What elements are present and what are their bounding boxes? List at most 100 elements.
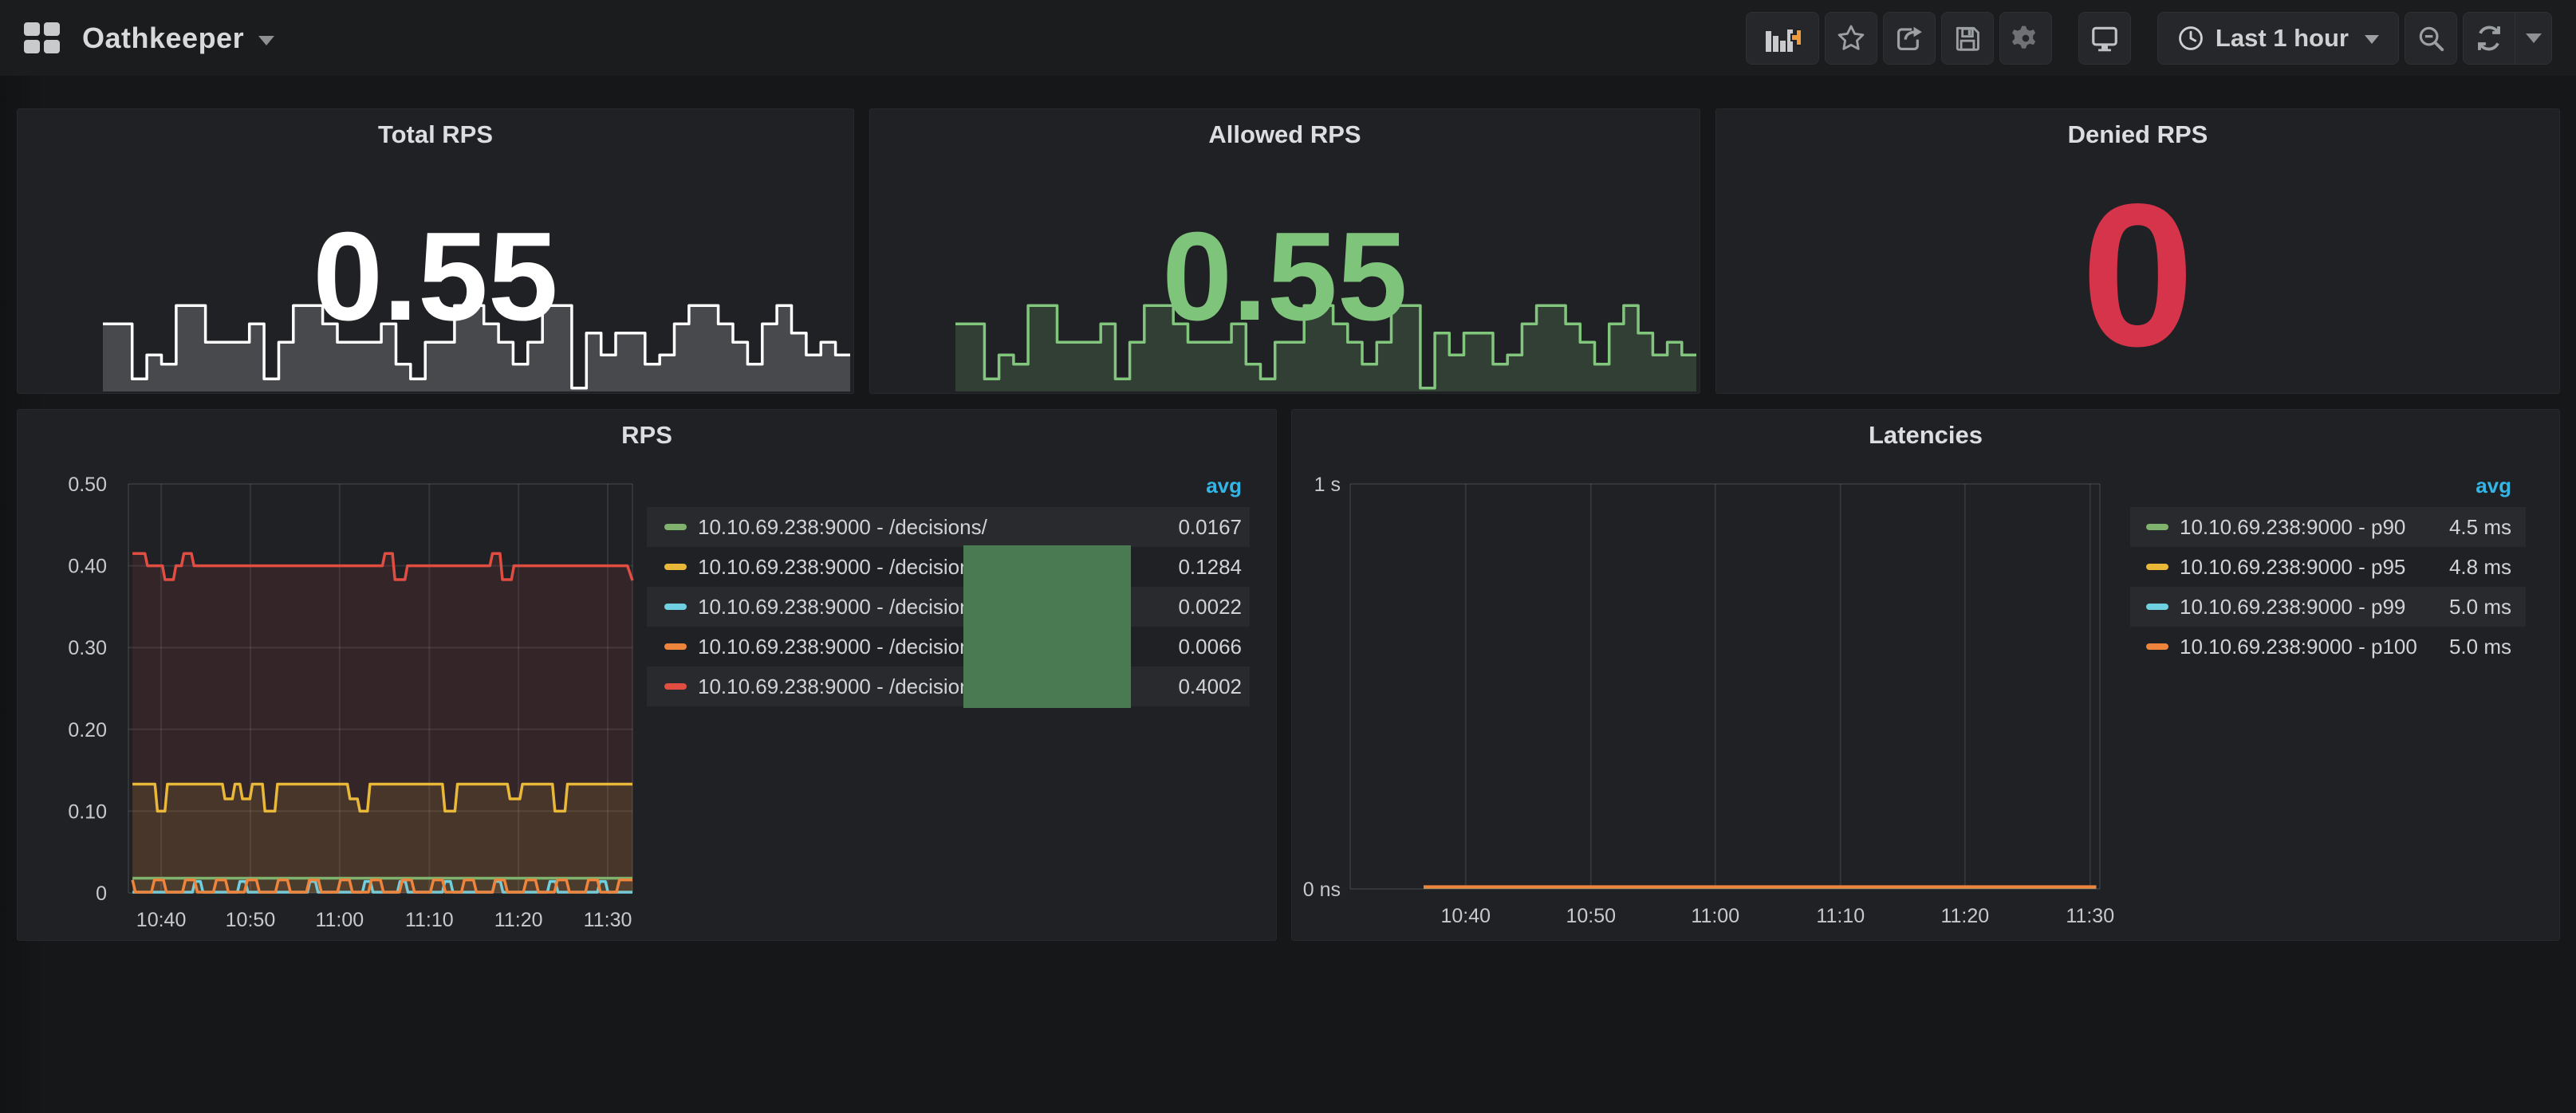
legend-series-color-icon[interactable] (2146, 643, 2168, 650)
time-range-picker[interactable]: Last 1 hour (2157, 12, 2399, 65)
latencies-legend: avg10.10.69.238:9000 - p904.5 ms10.10.69… (2130, 410, 2526, 940)
x-axis-tick-label: 11:30 (584, 909, 632, 931)
legend-series-color-icon[interactable] (664, 604, 687, 610)
monitor-icon (2090, 23, 2120, 53)
legend-row[interactable]: 10.10.69.238:9000 - p90 4.5 ms (2130, 507, 2526, 547)
legend-rows: 10.10.69.238:9000 - /decisions/0.016710.… (647, 507, 1250, 706)
legend-row[interactable]: 10.10.69.238:9000 - /decisions/0.1284 (647, 547, 1250, 587)
legend-series-color-icon[interactable] (2146, 564, 2168, 570)
legend-series-color-icon[interactable] (664, 643, 687, 650)
navbar: Oathkeeper (0, 0, 2576, 76)
refresh-interval-dropdown[interactable] (2515, 12, 2552, 65)
legend-series-color-icon[interactable] (2146, 524, 2168, 530)
legend-row[interactable]: 10.10.69.238:9000 - p100 5.0 ms (2130, 627, 2526, 667)
share-button[interactable] (1883, 12, 1936, 65)
legend-series-color-icon[interactable] (2146, 604, 2168, 610)
rps-legend: avg 10.10.69.238:9000 - /decisions/0.0167… (647, 410, 1250, 940)
legend-series-avg-value: 0.0022 (1178, 595, 1242, 619)
legend-series-avg-value: 5.0 ms (2449, 635, 2511, 659)
panel-denied-rps: Denied RPS 0 (1715, 108, 2560, 394)
settings-button[interactable] (1999, 12, 2052, 65)
refresh-icon (2474, 23, 2504, 53)
legend-series-label: 10.10.69.238:9000 - p100 (2180, 635, 2417, 659)
legend-series-label: 10.10.69.238:9000 - /decisions/ (698, 555, 987, 580)
panel-title[interactable]: Allowed RPS (870, 120, 1700, 149)
chevron-down-icon (2526, 33, 2542, 43)
clock-icon (2177, 25, 2204, 52)
y-axis-tick-label: 0.50 (68, 474, 107, 496)
legend-series-avg-value: 4.5 ms (2449, 515, 2511, 540)
y-axis-tick-label: 0 (96, 883, 107, 905)
panel-title[interactable]: Latencies (1292, 421, 2559, 450)
refresh-button[interactable] (2463, 12, 2515, 65)
legend-series-label: 10.10.69.238:9000 - /decisions/ (698, 595, 987, 619)
dashboard-title-dropdown[interactable]: Oathkeeper (82, 22, 274, 55)
stat-value-allowed-rps: 0.55 (870, 214, 1700, 340)
zoom-out-icon (2416, 23, 2446, 53)
legend-series-avg-value: 0.1284 (1178, 555, 1242, 580)
chevron-down-icon (2365, 35, 2379, 44)
legend-series-avg-value: 0.4002 (1178, 674, 1242, 699)
panel-total-rps: Total RPS 0.55 (17, 108, 854, 394)
stat-value-denied-rps: 0 (1716, 174, 2559, 377)
legend-row[interactable]: 10.10.69.238:9000 - p95 4.8 ms (2130, 547, 2526, 587)
legend-avg-header[interactable]: avg (647, 474, 1250, 498)
legend-row[interactable]: 10.10.69.238:9000 - /decisions/0.0022 (647, 587, 1250, 627)
green-overlay-artifact (963, 545, 1131, 708)
x-axis-tick-label: 10:40 (1440, 905, 1491, 927)
legend-rows: 10.10.69.238:9000 - p904.5 ms10.10.69.23… (2130, 507, 2526, 667)
panel-title[interactable]: RPS (18, 421, 1276, 450)
legend-row[interactable]: 10.10.69.238:9000 - /decisions/0.0066 (647, 627, 1250, 667)
y-axis-tick-label: 0.20 (68, 719, 107, 741)
x-axis-tick-label: 11:20 (494, 909, 543, 931)
legend-row[interactable]: 10.10.69.238:9000 - /decisions/0.0167 (647, 507, 1250, 547)
refresh-group (2463, 12, 2552, 65)
x-axis-tick-label: 10:40 (136, 909, 187, 931)
legend-series-label: 10.10.69.238:9000 - p90 (2180, 515, 2405, 540)
cycle-view-button[interactable] (2078, 12, 2131, 65)
legend-series-color-icon[interactable] (664, 564, 687, 570)
add-panel-icon (1764, 23, 1801, 53)
x-axis-tick-label: 11:30 (2066, 905, 2114, 927)
y-axis-tick-label: 0.10 (68, 800, 107, 823)
panel-title[interactable]: Denied RPS (1716, 120, 2559, 149)
legend-row[interactable]: 10.10.69.238:9000 - p99 5.0 ms (2130, 587, 2526, 627)
panel-latencies-graph: Latencies 0 ns1 s10:4010:5011:0011:1011:… (1291, 409, 2560, 941)
toolbar: Last 1 hour (1740, 12, 2552, 65)
x-axis-tick-label: 11:10 (1816, 905, 1865, 927)
x-axis-tick-label: 11:00 (1691, 905, 1739, 927)
legend-series-avg-value: 5.0 ms (2449, 595, 2511, 619)
legend-series-color-icon[interactable] (664, 524, 687, 530)
legend-avg-header[interactable]: avg (2130, 474, 2526, 498)
legend-row[interactable]: 10.10.69.238:9000 - /decisions/0.4002 (647, 667, 1250, 706)
legend-series-label: 10.10.69.238:9000 - /decisions/ (698, 674, 987, 699)
gear-icon (2010, 22, 2042, 54)
panel-allowed-rps: Allowed RPS 0.55 (869, 108, 1700, 394)
panel-title[interactable]: Total RPS (18, 120, 853, 149)
legend-series-label: 10.10.69.238:9000 - /decisions/ (698, 515, 987, 540)
star-icon (1836, 23, 1866, 53)
legend-series-label: 10.10.69.238:9000 - p95 (2180, 555, 2405, 580)
x-axis-tick-label: 10:50 (1566, 905, 1616, 927)
save-icon (1952, 23, 1983, 53)
legend-series-label: 10.10.69.238:9000 - p99 (2180, 595, 2405, 619)
legend-series-color-icon[interactable] (664, 683, 687, 690)
dashboard-grid-icon[interactable] (24, 22, 60, 53)
y-axis-tick-label: 0.30 (68, 637, 107, 659)
star-button[interactable] (1825, 12, 1877, 65)
x-axis-tick-label: 11:10 (405, 909, 454, 931)
legend-series-label: 10.10.69.238:9000 - /decisions/ (698, 635, 987, 659)
add-panel-button[interactable] (1746, 12, 1819, 65)
x-axis-tick-label: 11:20 (1940, 905, 1989, 927)
share-icon (1894, 23, 1924, 53)
legend-series-avg-value: 4.8 ms (2449, 555, 2511, 580)
y-axis-tick-label: 1 s (1314, 474, 1341, 496)
y-axis-tick-label: 0.40 (68, 556, 107, 578)
page-title: Oathkeeper (82, 22, 244, 55)
zoom-out-button[interactable] (2405, 12, 2457, 65)
stat-value-total-rps: 0.55 (18, 214, 853, 340)
legend-series-avg-value: 0.0066 (1178, 635, 1242, 659)
x-axis-tick-label: 10:50 (226, 909, 276, 931)
save-button[interactable] (1941, 12, 1994, 65)
time-range-label: Last 1 hour (2216, 24, 2349, 53)
